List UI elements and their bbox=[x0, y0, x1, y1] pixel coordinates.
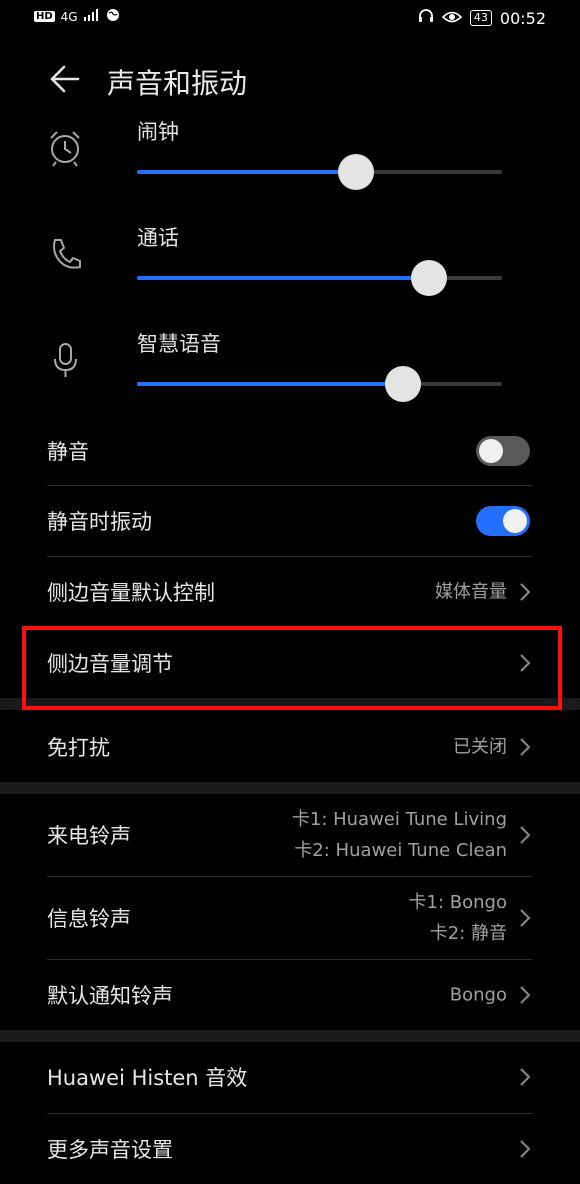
signal-icon bbox=[83, 9, 100, 24]
ringtone-card2: 卡2: Huawei Tune Clean bbox=[294, 840, 507, 861]
histen-row[interactable]: Huawei Histen 音效 bbox=[47, 1042, 533, 1112]
battery-indicator: 43 bbox=[469, 10, 492, 26]
alarm-slider-thumb[interactable] bbox=[338, 154, 374, 190]
clock: 00:52 bbox=[499, 8, 546, 28]
dnd-row[interactable]: 免打扰 已关闭 bbox=[47, 712, 533, 782]
globe-icon bbox=[106, 8, 120, 25]
phone-icon bbox=[46, 234, 86, 274]
page-title: 声音和振动 bbox=[107, 67, 248, 100]
chevron-right-icon bbox=[520, 909, 531, 927]
highlight-box bbox=[22, 626, 562, 710]
vibrate-on-mute-label: 静音时振动 bbox=[47, 510, 152, 534]
alarm-slider-fill bbox=[137, 170, 356, 174]
more-sound-label: 更多声音设置 bbox=[47, 1138, 173, 1162]
notification-tone-value: Bongo bbox=[449, 984, 507, 1006]
notification-tone-row[interactable]: 默认通知铃声 Bongo bbox=[47, 960, 533, 1030]
status-bar: HD 4G 43 00:52 bbox=[0, 0, 580, 36]
side-volume-default-label: 侧边音量默认控制 bbox=[47, 581, 215, 605]
call-label: 通话 bbox=[137, 226, 179, 250]
dnd-value: 已关闭 bbox=[453, 736, 507, 758]
back-arrow-icon bbox=[50, 65, 80, 93]
side-volume-default-row[interactable]: 侧边音量默认控制 媒体音量 bbox=[47, 557, 533, 627]
mute-label: 静音 bbox=[47, 440, 89, 464]
message-tone-card2: 卡2: 静音 bbox=[429, 923, 507, 944]
message-tone-row[interactable]: 信息铃声 卡1: Bongo 卡2: 静音 bbox=[47, 877, 533, 959]
section-separator bbox=[0, 782, 580, 794]
more-sound-row[interactable]: 更多声音设置 bbox=[47, 1114, 533, 1184]
dnd-label: 免打扰 bbox=[47, 736, 110, 760]
voice-assistant-slider-fill bbox=[137, 382, 404, 386]
status-left: HD 4G bbox=[34, 8, 120, 25]
back-button[interactable] bbox=[48, 62, 82, 96]
app-header: 声音和振动 bbox=[0, 52, 580, 108]
call-slider-thumb[interactable] bbox=[411, 260, 447, 296]
chevron-right-icon bbox=[520, 583, 531, 601]
notification-tone-label: 默认通知铃声 bbox=[47, 984, 173, 1008]
chevron-right-icon bbox=[520, 1068, 531, 1086]
side-volume-default-value: 媒体音量 bbox=[435, 581, 507, 603]
vibrate-on-mute-row[interactable]: 静音时振动 bbox=[47, 486, 533, 556]
chevron-right-icon bbox=[520, 738, 531, 756]
mute-row[interactable]: 静音 bbox=[47, 416, 533, 486]
chevron-right-icon bbox=[520, 986, 531, 1004]
toggle-knob bbox=[479, 439, 503, 463]
ringtone-row[interactable]: 来电铃声 卡1: Huawei Tune Living 卡2: Huawei T… bbox=[47, 794, 533, 876]
network-indicator: 4G bbox=[60, 9, 78, 24]
chevron-right-icon bbox=[520, 1140, 531, 1158]
message-tone-label: 信息铃声 bbox=[47, 907, 131, 931]
alarm-label: 闹钟 bbox=[137, 120, 179, 144]
message-tone-value: 卡1: Bongo 卡2: 静音 bbox=[409, 887, 507, 949]
message-tone-card1: 卡1: Bongo bbox=[408, 892, 507, 913]
ringtone-value: 卡1: Huawei Tune Living 卡2: Huawei Tune C… bbox=[292, 804, 507, 866]
ringtone-label: 来电铃声 bbox=[47, 824, 131, 848]
headphones-icon bbox=[418, 8, 434, 28]
alarm-slider[interactable] bbox=[137, 154, 502, 190]
ringtone-card1: 卡1: Huawei Tune Living bbox=[291, 809, 507, 830]
eye-icon bbox=[441, 9, 463, 28]
voice-assistant-label: 智慧语音 bbox=[137, 332, 221, 356]
voice-assistant-slider[interactable] bbox=[137, 366, 502, 402]
voice-assistant-slider-thumb[interactable] bbox=[385, 366, 422, 402]
mute-toggle[interactable] bbox=[476, 436, 530, 466]
toggle-knob bbox=[503, 509, 527, 533]
chevron-right-icon bbox=[520, 826, 531, 844]
histen-label: Huawei Histen 音效 bbox=[47, 1066, 248, 1090]
microphone-icon bbox=[46, 340, 86, 380]
call-slider-fill bbox=[137, 276, 429, 280]
alarm-clock-icon bbox=[46, 128, 86, 168]
section-separator bbox=[0, 1030, 580, 1042]
call-slider[interactable] bbox=[137, 260, 502, 296]
vibrate-on-mute-toggle[interactable] bbox=[476, 506, 530, 536]
hd-badge: HD bbox=[34, 11, 55, 22]
status-right: 43 00:52 bbox=[418, 8, 546, 28]
